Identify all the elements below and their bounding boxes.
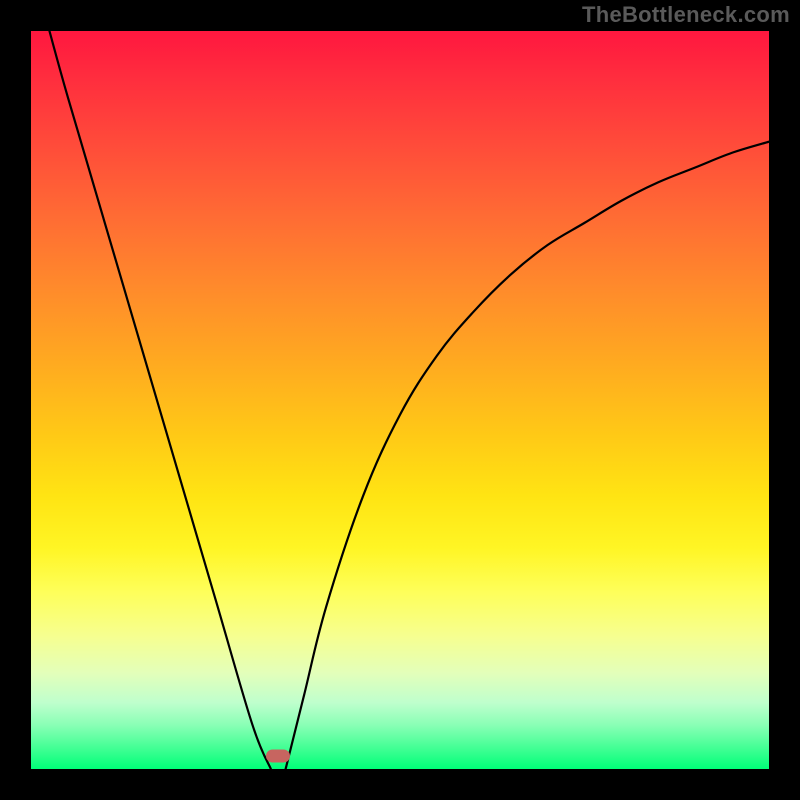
curve-right [286, 142, 769, 769]
minimum-marker [266, 750, 290, 763]
chart-frame: TheBottleneck.com [0, 0, 800, 800]
watermark-text: TheBottleneck.com [582, 2, 790, 28]
curve-left [49, 31, 270, 769]
curve-layer [31, 31, 769, 769]
plot-area [31, 31, 769, 769]
